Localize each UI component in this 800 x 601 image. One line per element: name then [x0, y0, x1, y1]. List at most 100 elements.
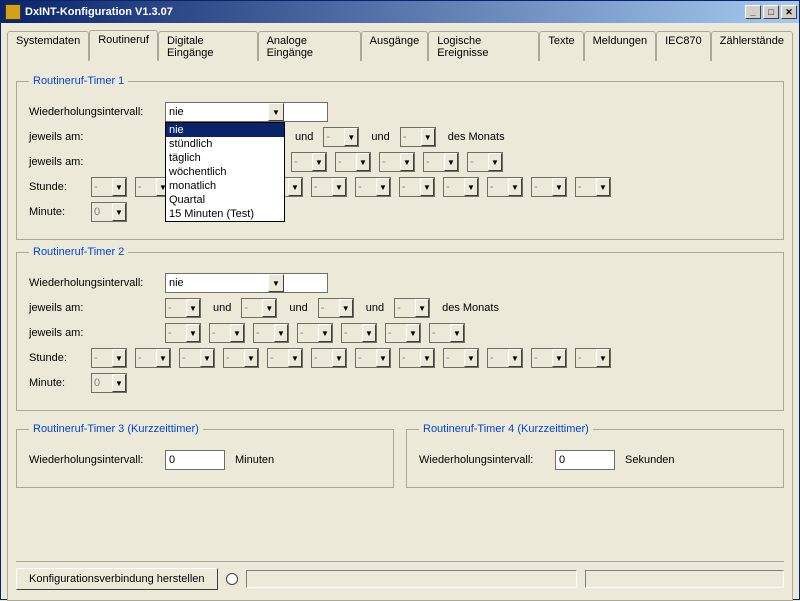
combo-day[interactable]: ▼ [385, 323, 421, 343]
tab-meldungen[interactable]: Meldungen [584, 31, 656, 62]
tab-ausgaenge[interactable]: Ausgänge [361, 31, 429, 62]
dropdown-item[interactable]: stündlich [166, 137, 284, 151]
chevron-down-icon[interactable]: ▼ [332, 349, 346, 367]
combo-minute-2[interactable]: ▼ [91, 373, 127, 393]
combo-month-1b[interactable]: ▼ [400, 127, 436, 147]
chevron-down-icon[interactable]: ▼ [112, 178, 126, 196]
tab-texte[interactable]: Texte [539, 31, 583, 62]
chevron-down-icon[interactable]: ▼ [376, 349, 390, 367]
chevron-down-icon[interactable]: ▼ [464, 349, 478, 367]
chevron-down-icon[interactable]: ▼ [376, 178, 390, 196]
chevron-down-icon[interactable]: ▼ [421, 128, 435, 146]
combo-month[interactable]: ▼ [394, 298, 430, 318]
dropdown-item[interactable]: täglich [166, 151, 284, 165]
combo-hour[interactable]: ▼ [355, 177, 391, 197]
dropdown-item[interactable]: wöchentlich [166, 165, 284, 179]
chevron-down-icon[interactable]: ▼ [288, 349, 302, 367]
chevron-down-icon[interactable]: ▼ [596, 349, 610, 367]
dropdown-item[interactable]: 15 Minuten (Test) [166, 207, 284, 221]
combo-day[interactable]: ▼ [423, 152, 459, 172]
tab-digitale-eingaenge[interactable]: Digitale Eingänge [158, 31, 258, 62]
chevron-down-icon[interactable]: ▼ [450, 324, 464, 342]
maximize-button[interactable]: □ [763, 5, 779, 19]
combo-hour[interactable]: ▼ [443, 177, 479, 197]
minimize-button[interactable]: _ [745, 5, 761, 19]
tab-zaehlerstaende[interactable]: Zählerstände [711, 31, 793, 62]
combo-hour[interactable]: ▼ [531, 177, 567, 197]
connect-button[interactable]: Konfigurationsverbindung herstellen [16, 568, 218, 590]
tab-logische-ereignisse[interactable]: Logische Ereignisse [428, 31, 539, 62]
combo-intervall-1[interactable]: ▼ nie stündlich täglich wöchentlich mona… [165, 102, 285, 122]
combo-hour[interactable]: ▼ [531, 348, 567, 368]
chevron-down-icon[interactable]: ▼ [596, 178, 610, 196]
chevron-down-icon[interactable]: ▼ [406, 324, 420, 342]
combo-hour[interactable]: ▼ [487, 177, 523, 197]
combo-day[interactable]: ▼ [341, 323, 377, 343]
chevron-down-icon[interactable]: ▼ [318, 324, 332, 342]
combo-hour[interactable]: ▼ [179, 348, 215, 368]
tab-iec870[interactable]: IEC870 [656, 31, 711, 62]
dropdown-item[interactable]: nie [166, 123, 284, 137]
chevron-down-icon[interactable]: ▼ [332, 178, 346, 196]
chevron-down-icon[interactable]: ▼ [444, 153, 458, 171]
chevron-down-icon[interactable]: ▼ [356, 153, 370, 171]
chevron-down-icon[interactable]: ▼ [156, 349, 170, 367]
combo-day[interactable]: ▼ [209, 323, 245, 343]
combo-hour[interactable]: ▼ [487, 348, 523, 368]
chevron-down-icon[interactable]: ▼ [552, 349, 566, 367]
dropdown-item[interactable]: Quartal [166, 193, 284, 207]
combo-day[interactable]: ▼ [291, 152, 327, 172]
chevron-down-icon[interactable]: ▼ [508, 178, 522, 196]
combo-hour[interactable]: ▼ [399, 177, 435, 197]
chevron-down-icon[interactable]: ▼ [244, 349, 258, 367]
combo-minute-1[interactable]: ▼ [91, 202, 127, 222]
combo-day[interactable]: ▼ [253, 323, 289, 343]
combo-hour[interactable]: ▼ [311, 348, 347, 368]
chevron-down-icon[interactable]: ▼ [112, 374, 126, 392]
chevron-down-icon[interactable]: ▼ [268, 274, 284, 292]
tab-systemdaten[interactable]: Systemdaten [7, 31, 89, 62]
chevron-down-icon[interactable]: ▼ [420, 349, 434, 367]
combo-hour[interactable]: ▼ [399, 348, 435, 368]
chevron-down-icon[interactable]: ▼ [262, 299, 276, 317]
combo-day[interactable]: ▼ [165, 323, 201, 343]
combo-hour[interactable]: ▼ [91, 177, 127, 197]
close-button[interactable]: ✕ [781, 5, 797, 19]
chevron-down-icon[interactable]: ▼ [268, 103, 284, 121]
dropdown-item[interactable]: monatlich [166, 179, 284, 193]
combo-hour[interactable]: ▼ [355, 348, 391, 368]
combo-intervall-2[interactable]: ▼ [165, 273, 285, 293]
combo-day[interactable]: ▼ [429, 323, 465, 343]
combo-day[interactable]: ▼ [467, 152, 503, 172]
chevron-down-icon[interactable]: ▼ [288, 178, 302, 196]
combo-hour[interactable]: ▼ [91, 348, 127, 368]
combo-hour[interactable]: ▼ [443, 348, 479, 368]
tab-routineruf[interactable]: Routineruf [89, 30, 158, 61]
combo-month-1a[interactable]: ▼ [323, 127, 359, 147]
chevron-down-icon[interactable]: ▼ [112, 349, 126, 367]
combo-day[interactable]: ▼ [297, 323, 333, 343]
combo-hour[interactable]: ▼ [223, 348, 259, 368]
chevron-down-icon[interactable]: ▼ [344, 128, 358, 146]
combo-hour[interactable]: ▼ [267, 348, 303, 368]
dropdown-intervall-1[interactable]: nie stündlich täglich wöchentlich monatl… [165, 122, 285, 222]
chevron-down-icon[interactable]: ▼ [274, 324, 288, 342]
chevron-down-icon[interactable]: ▼ [186, 299, 200, 317]
chevron-down-icon[interactable]: ▼ [112, 203, 126, 221]
chevron-down-icon[interactable]: ▼ [312, 153, 326, 171]
chevron-down-icon[interactable]: ▼ [339, 299, 353, 317]
combo-intervall-1-input[interactable] [165, 102, 328, 122]
chevron-down-icon[interactable]: ▼ [400, 153, 414, 171]
input-intervall-3[interactable] [165, 450, 225, 470]
combo-hour[interactable]: ▼ [311, 177, 347, 197]
chevron-down-icon[interactable]: ▼ [508, 349, 522, 367]
chevron-down-icon[interactable]: ▼ [488, 153, 502, 171]
input-intervall-4[interactable] [555, 450, 615, 470]
chevron-down-icon[interactable]: ▼ [200, 349, 214, 367]
tab-analoge-eingaenge[interactable]: Analoge Eingänge [258, 31, 361, 62]
chevron-down-icon[interactable]: ▼ [186, 324, 200, 342]
combo-hour[interactable]: ▼ [575, 177, 611, 197]
combo-month[interactable]: ▼ [241, 298, 277, 318]
combo-hour[interactable]: ▼ [575, 348, 611, 368]
combo-intervall-2-input[interactable] [165, 273, 328, 293]
